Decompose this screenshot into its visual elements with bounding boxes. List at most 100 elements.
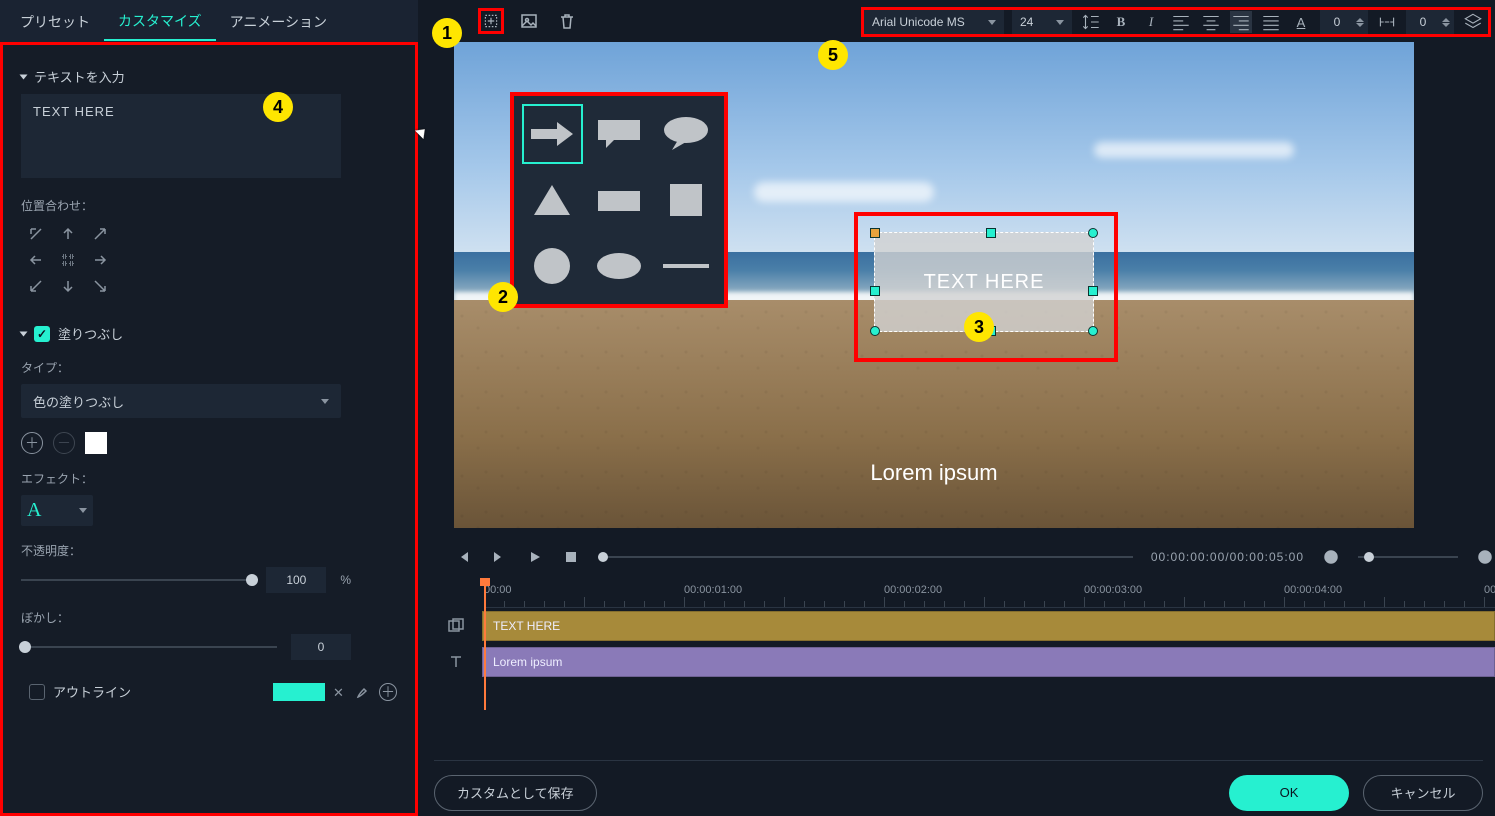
shape-line[interactable] [655,236,716,296]
timeline-ruler[interactable]: 00:00 00:00:01:00 00:00:02:00 00:00:03:0… [484,580,1495,608]
tab-animation[interactable]: アニメーション [216,2,341,40]
shape-triangle[interactable] [522,170,583,230]
add-shape-button[interactable] [478,8,504,34]
preview-canvas[interactable]: Lorem ipsum TEXT HERE 3 2 [454,42,1414,528]
align-right[interactable] [85,248,115,272]
resize-handle[interactable] [1088,286,1098,296]
tab-customize[interactable]: カスタマイズ [104,1,216,41]
play-button[interactable] [526,548,544,566]
blur-slider-thumb[interactable] [19,641,31,653]
opacity-label: 不透明度： [21,542,397,559]
layers-button[interactable] [1462,11,1484,33]
timeline-clip-text[interactable]: TEXT HERE [482,611,1495,641]
add-image-button[interactable] [516,8,542,34]
shape-square[interactable] [655,170,716,230]
font-family-value: Arial Unicode MS [872,15,965,29]
outline-color-chip[interactable] [273,683,325,701]
stepper-down-icon[interactable] [1442,23,1450,27]
align-justify-button[interactable] [1260,11,1282,33]
section-fill[interactable]: ✓ 塗りつぶし [21,324,397,343]
cancel-button[interactable]: キャンセル [1363,775,1483,811]
resize-handle[interactable] [870,326,880,336]
delete-button[interactable] [554,8,580,34]
line-spacing-stepper[interactable]: 0 [1406,10,1454,34]
blur-value[interactable]: 0 [291,634,351,660]
shape-speech-rect[interactable] [589,104,650,164]
resize-handle[interactable] [870,228,880,238]
shape-circle[interactable] [522,236,583,296]
opacity-slider[interactable] [21,579,252,581]
effect-select[interactable]: A [21,495,93,526]
section-text-input[interactable]: テキストを入力 [21,67,397,86]
track-icon-text[interactable] [434,653,478,671]
blur-slider[interactable] [21,646,277,648]
align-center-button[interactable] [1200,11,1222,33]
char-spacing-value: 0 [1324,15,1350,29]
zoom-in-button[interactable] [1476,548,1494,566]
effect-label: エフェクト： [21,470,397,487]
align-center[interactable] [53,248,83,272]
zoom-thumb[interactable] [1364,552,1374,562]
stepper-up-icon[interactable] [1356,18,1364,22]
font-size-select[interactable]: 24 [1012,10,1072,34]
save-as-custom-button[interactable]: カスタムとして保存 [434,775,597,811]
seek-thumb[interactable] [598,552,608,562]
align-left[interactable] [21,248,51,272]
letter-width-button[interactable] [1376,11,1398,33]
align-left-button[interactable] [1170,11,1192,33]
line-spacing-button[interactable] [1080,11,1102,33]
next-frame-button[interactable] [490,548,508,566]
italic-button[interactable]: I [1140,11,1162,33]
remove-color-button[interactable]: － [53,432,75,454]
align-bottom-left[interactable] [21,274,51,298]
shape-ellipse[interactable] [589,236,650,296]
resize-handle[interactable] [986,228,996,238]
ok-button[interactable]: OK [1229,775,1349,811]
fill-color-swatch[interactable] [85,432,107,454]
section-text-input-label: テキストを入力 [34,67,125,86]
seek-bar[interactable] [598,556,1133,558]
align-top[interactable] [53,222,83,246]
opacity-value[interactable]: 100 [266,567,326,593]
add-outline-button[interactable]: ＋ [379,683,397,701]
annotation-badge-3: 3 [964,312,994,342]
fill-enabled-checkbox[interactable]: ✓ [34,326,50,342]
ruler-mark: 00:00:01:00 [684,584,742,596]
shape-rect-wide[interactable] [589,170,650,230]
align-bottom[interactable] [53,274,83,298]
align-top-left[interactable] [21,222,51,246]
subtitle-text[interactable]: Lorem ipsum [454,460,1414,486]
align-right-button[interactable] [1230,11,1252,33]
outline-enabled-checkbox[interactable] [29,684,45,700]
resize-handle[interactable] [870,286,880,296]
resize-handle[interactable] [1088,228,1098,238]
tab-preset[interactable]: プリセット [6,2,104,40]
timeline-clip-subtitle[interactable]: Lorem ipsum [482,647,1495,677]
stepper-down-icon[interactable] [1356,23,1364,27]
playhead[interactable] [484,580,486,710]
shape-speech-oval[interactable] [655,104,716,164]
align-top-right[interactable] [85,222,115,246]
text-content-field[interactable] [21,94,341,178]
opacity-slider-thumb[interactable] [246,574,258,586]
track-icon-overlay[interactable] [434,617,478,635]
text-color-button[interactable]: A [1290,11,1312,33]
zoom-out-button[interactable] [1322,548,1340,566]
timeline: 00:00 00:00:01:00 00:00:02:00 00:00:03:0… [434,580,1495,740]
fill-type-select[interactable]: 色の塗りつぶし [21,384,341,418]
add-color-button[interactable]: ＋ [21,432,43,454]
stop-button[interactable] [562,548,580,566]
stepper-up-icon[interactable] [1442,18,1450,22]
char-spacing-stepper[interactable]: 0 [1320,10,1368,34]
ruler-mark: 00:00:05:0 [1484,584,1495,596]
chevron-down-icon [79,508,87,513]
align-bottom-right[interactable] [85,274,115,298]
brush-icon[interactable] [355,684,371,700]
prev-frame-button[interactable] [454,548,472,566]
shape-arrow[interactable] [522,104,583,164]
resize-handle[interactable] [1088,326,1098,336]
bold-button[interactable]: B [1110,11,1132,33]
close-icon[interactable]: ✕ [333,685,347,699]
font-family-select[interactable]: Arial Unicode MS [864,10,1004,34]
zoom-slider[interactable] [1358,556,1458,558]
